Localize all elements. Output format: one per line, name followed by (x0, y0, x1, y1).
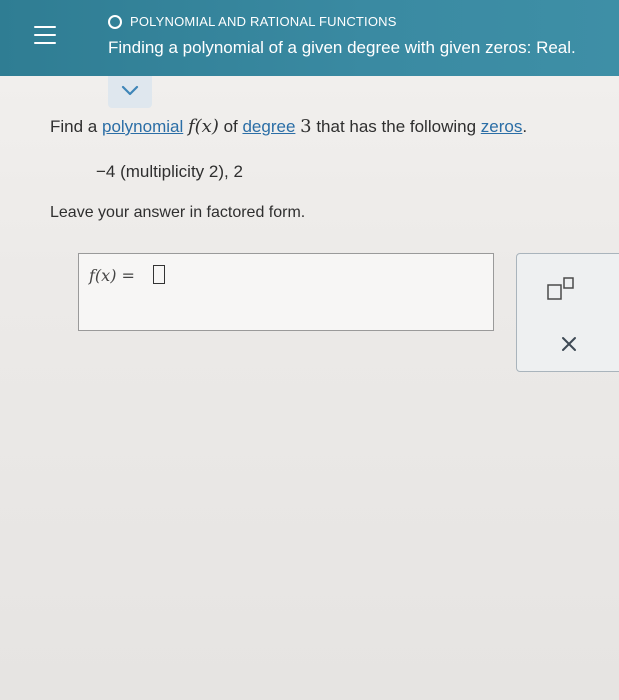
degree-link[interactable]: degree (242, 117, 295, 136)
polynomial-link[interactable]: polynomial (102, 117, 183, 136)
close-icon (562, 337, 576, 351)
answer-input-field[interactable] (153, 265, 165, 284)
hamburger-menu-icon[interactable] (34, 26, 56, 46)
header-bar: POLYNOMIAL AND RATIONAL FUNCTIONS Findin… (0, 0, 619, 76)
superscript-button[interactable] (545, 276, 577, 302)
question-text: Find a polynomial f(x) of degree 3 that … (50, 116, 527, 137)
question-period: . (522, 117, 528, 136)
topic-label: POLYNOMIAL AND RATIONAL FUNCTIONS (130, 14, 397, 29)
lesson-title: Finding a polynomial of a given degree w… (108, 38, 576, 57)
superscript-icon (547, 277, 574, 300)
math-tools-panel (516, 253, 619, 372)
question-middle-text: that has the following (311, 117, 481, 136)
clear-button[interactable] (557, 332, 581, 356)
collapse-toggle-button[interactable] (108, 76, 152, 108)
topic-row: POLYNOMIAL AND RATIONAL FUNCTIONS (108, 14, 397, 29)
degree-value: 3 (300, 116, 312, 137)
answer-instruction: Leave your answer in factored form. (50, 204, 306, 221)
chevron-down-icon (121, 85, 139, 96)
zeros-link[interactable]: zeros (481, 117, 523, 136)
question-prefix: Find a (50, 117, 102, 136)
zeros-list: −4 (multiplicity 2), 2 (96, 162, 243, 181)
answer-area[interactable]: f(x) = (78, 253, 494, 331)
answer-label: f(x) = (89, 266, 135, 285)
function-expression: f(x) (187, 116, 219, 137)
topic-status-circle-icon (108, 14, 122, 29)
question-of-text: of (218, 117, 243, 136)
